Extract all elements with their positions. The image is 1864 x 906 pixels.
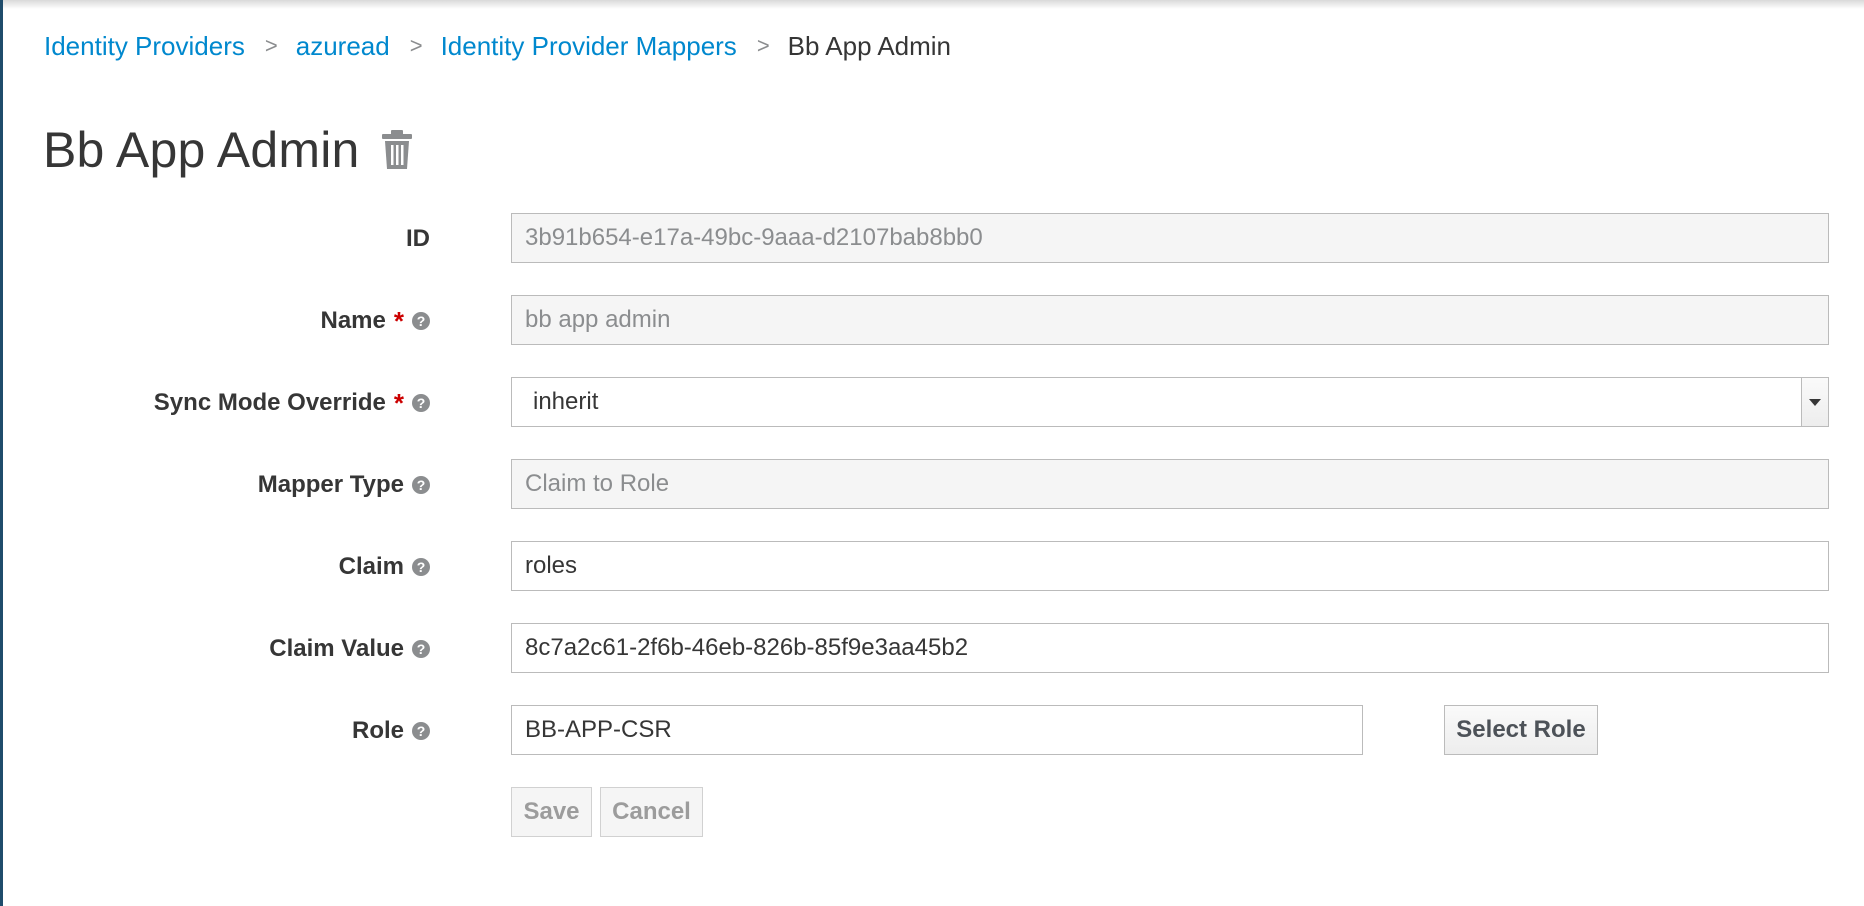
name-field: bb app admin — [511, 295, 1829, 345]
page-header: Bb App Admin — [43, 118, 414, 182]
id-label-wrap: ID — [406, 213, 430, 265]
breadcrumb-separator: > — [409, 33, 423, 58]
required-marker: * — [393, 305, 404, 336]
claim-value-label: Claim Value — [269, 635, 404, 662]
breadcrumb: Identity Providers > azuread > Identity … — [44, 26, 951, 66]
name-label: Name — [320, 307, 386, 334]
name-row: Name * ? bb app admin — [0, 295, 1864, 347]
top-shadow — [3, 0, 1864, 9]
claim-row: Claim ? roles — [0, 541, 1864, 593]
id-field: 3b91b654-e17a-49bc-9aaa-d2107bab8bb0 — [511, 213, 1829, 263]
help-icon[interactable]: ? — [412, 312, 430, 330]
id-value: 3b91b654-e17a-49bc-9aaa-d2107bab8bb0 — [525, 224, 983, 251]
sync-mode-row: Sync Mode Override * ? inherit — [0, 377, 1864, 429]
claim-label-wrap: Claim ? — [339, 541, 430, 593]
claim-value-text: roles — [525, 552, 578, 579]
chevron-down-icon[interactable] — [1801, 377, 1829, 427]
mapper-type-label: Mapper Type — [257, 471, 404, 498]
claim-value-input[interactable]: 8c7a2c61-2f6b-46eb-826b-85f9e3aa45b2 — [511, 623, 1829, 673]
breadcrumb-identity-provider-mappers[interactable]: Identity Provider Mappers — [441, 31, 737, 62]
help-icon[interactable]: ? — [412, 476, 430, 494]
claim-value-value: 8c7a2c61-2f6b-46eb-826b-85f9e3aa45b2 — [525, 634, 969, 661]
claim-label: Claim — [338, 553, 404, 580]
save-button[interactable]: Save — [511, 787, 592, 837]
breadcrumb-azuread[interactable]: azuread — [296, 31, 390, 62]
claim-input[interactable]: roles — [511, 541, 1829, 591]
breadcrumb-identity-providers[interactable]: Identity Providers — [44, 31, 245, 62]
help-icon[interactable]: ? — [412, 558, 430, 576]
role-label-wrap: Role ? — [352, 705, 430, 757]
help-icon[interactable]: ? — [412, 394, 430, 412]
required-marker: * — [393, 387, 404, 418]
help-icon[interactable]: ? — [412, 722, 430, 740]
left-edge-rule — [0, 0, 3, 906]
sync-mode-label: Sync Mode Override — [153, 389, 386, 416]
role-input[interactable]: BB-APP-CSR — [511, 705, 1363, 755]
trash-icon[interactable] — [380, 129, 414, 171]
name-label-wrap: Name * ? — [320, 295, 430, 347]
breadcrumb-separator: > — [756, 33, 770, 58]
id-row: ID 3b91b654-e17a-49bc-9aaa-d2107bab8bb0 — [0, 213, 1864, 265]
mapper-type-label-wrap: Mapper Type ? — [258, 459, 430, 511]
claim-value-row: Claim Value ? 8c7a2c61-2f6b-46eb-826b-85… — [0, 623, 1864, 675]
sync-mode-select[interactable]: inherit — [511, 377, 1829, 427]
role-label: Role — [351, 717, 404, 744]
mapper-type-value: Claim to Role — [525, 470, 670, 497]
role-row: Role ? BB-APP-CSR Select Role — [0, 705, 1864, 757]
page-title: Bb App Admin — [43, 122, 360, 178]
claim-value-label-wrap: Claim Value ? — [269, 623, 430, 675]
breadcrumb-separator: > — [264, 33, 278, 58]
mapper-type-row: Mapper Type ? Claim to Role — [0, 459, 1864, 511]
cancel-button[interactable]: Cancel — [600, 787, 703, 837]
role-value: BB-APP-CSR — [525, 716, 672, 743]
help-icon[interactable]: ? — [412, 640, 430, 658]
sync-mode-value: inherit — [533, 388, 599, 415]
select-role-button[interactable]: Select Role — [1444, 705, 1598, 755]
name-value: bb app admin — [525, 306, 671, 333]
breadcrumb-current: Bb App Admin — [787, 30, 952, 61]
id-label: ID — [406, 225, 430, 252]
mapper-type-field: Claim to Role — [511, 459, 1829, 509]
sync-mode-label-wrap: Sync Mode Override * ? — [154, 377, 430, 429]
